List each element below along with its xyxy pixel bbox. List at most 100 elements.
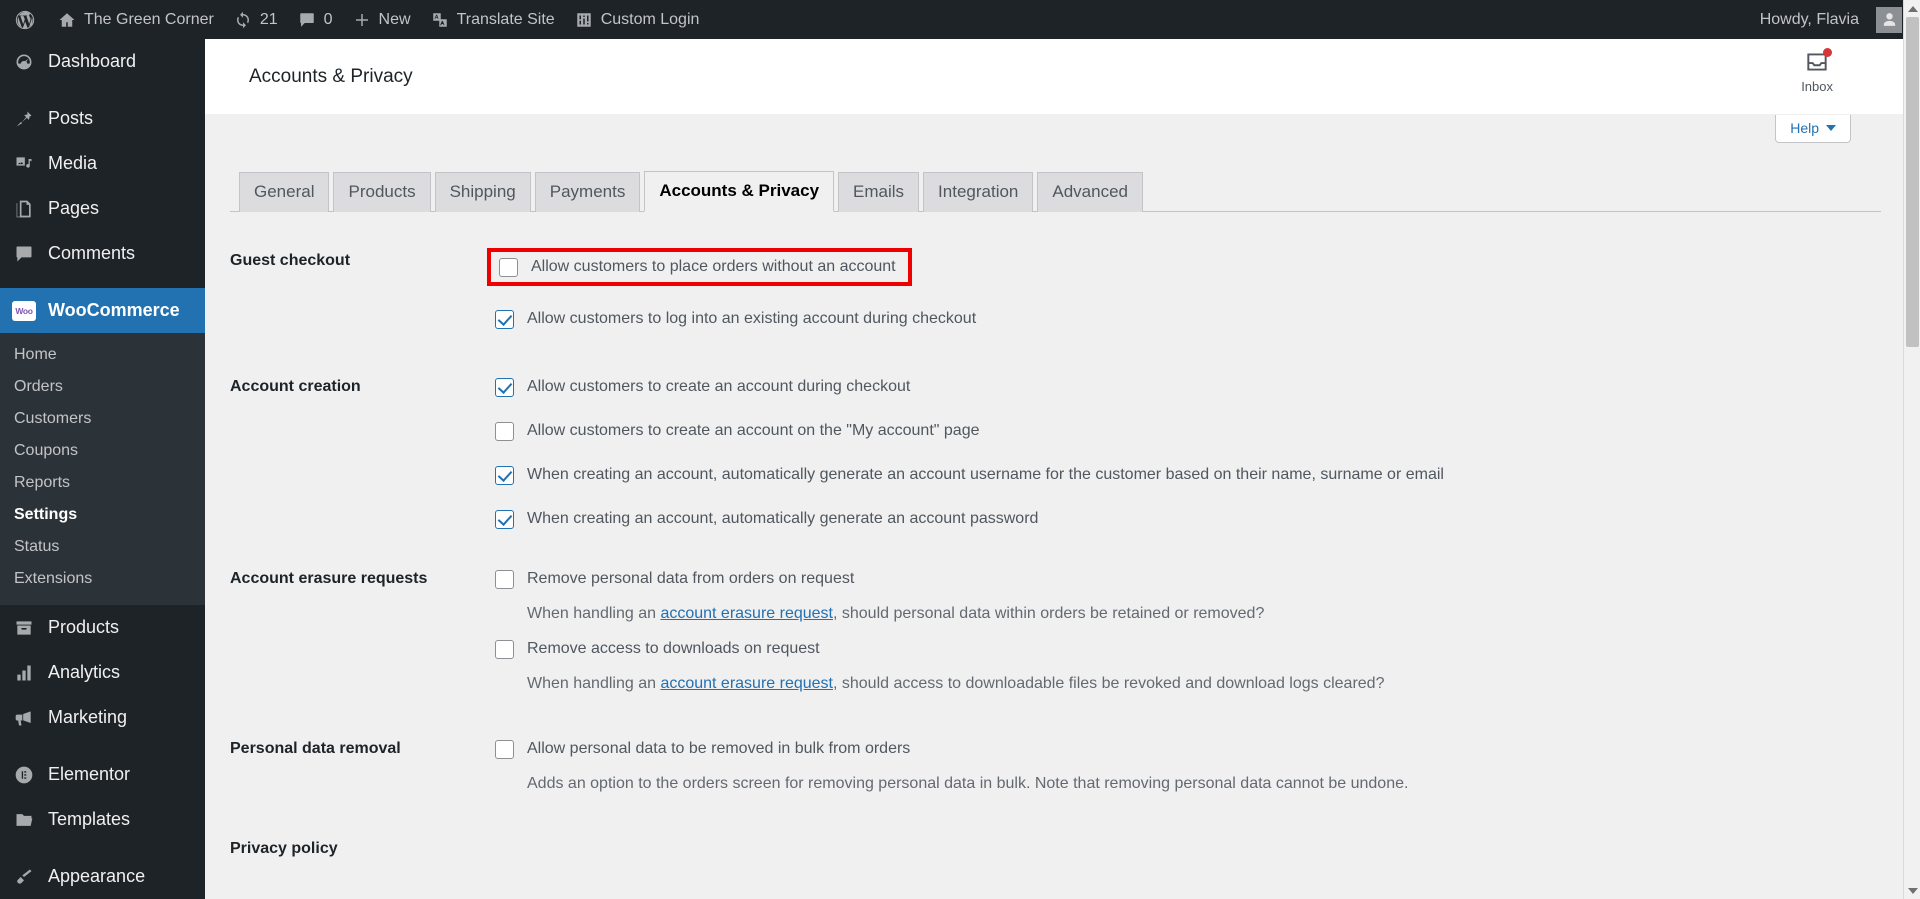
chevron-up-icon bbox=[1907, 5, 1918, 12]
account-erasure-request-link[interactable]: account erasure request bbox=[660, 605, 833, 622]
home-icon bbox=[58, 11, 76, 29]
megaphone-icon bbox=[11, 708, 37, 728]
comment-icon bbox=[11, 244, 37, 264]
page-scrollbar[interactable] bbox=[1903, 0, 1920, 899]
help-tab-button[interactable]: Help bbox=[1775, 115, 1851, 143]
submenu-item-extensions[interactable]: Extensions bbox=[0, 563, 205, 595]
translate-site-menu[interactable]: Translate Site bbox=[421, 0, 565, 39]
checkbox-label[interactable]: Allow customers to log into an existing … bbox=[527, 309, 976, 329]
field-create-account-my-account-page[interactable]: Allow customers to create an account on … bbox=[495, 416, 1906, 446]
sidebar-item-elementor[interactable]: Elementor bbox=[0, 752, 205, 797]
checkbox-allow-login-at-checkout[interactable] bbox=[495, 310, 514, 330]
field-remove-personal-data-from-orders[interactable]: Remove personal data from orders on requ… bbox=[495, 564, 1906, 594]
submenu-item-settings[interactable]: Settings bbox=[0, 499, 205, 531]
tab-accounts-privacy[interactable]: Accounts & Privacy bbox=[644, 171, 835, 213]
field-allow-guest-orders[interactable]: Allow customers to place orders without … bbox=[499, 257, 896, 278]
tab-products[interactable]: Products bbox=[333, 172, 431, 213]
sidebar-item-label: Pages bbox=[48, 198, 100, 218]
new-content-menu[interactable]: New bbox=[343, 0, 421, 39]
description-orders-erasure: When handling an account erasure request… bbox=[495, 594, 1906, 634]
sidebar-item-media[interactable]: Media bbox=[0, 141, 205, 186]
chevron-down-icon bbox=[1907, 887, 1918, 894]
tab-shipping[interactable]: Shipping bbox=[434, 172, 531, 213]
sidebar-item-pages[interactable]: Pages bbox=[0, 186, 205, 231]
help-label: Help bbox=[1790, 120, 1819, 136]
submenu-item-orders[interactable]: Orders bbox=[0, 371, 205, 403]
tab-advanced[interactable]: Advanced bbox=[1037, 172, 1144, 213]
scroll-down-button[interactable] bbox=[1904, 882, 1920, 899]
sidebar-item-appearance[interactable]: Appearance bbox=[0, 854, 205, 899]
highlight-box: Allow customers to place orders without … bbox=[487, 248, 912, 287]
checkbox-remove-personal-data-from-orders[interactable] bbox=[495, 570, 514, 590]
field-bulk-personal-data-removal[interactable]: Allow personal data to be removed in bul… bbox=[495, 734, 1906, 764]
sidebar-item-label: Products bbox=[48, 617, 120, 637]
field-allow-login-at-checkout[interactable]: Allow customers to log into an existing … bbox=[495, 304, 1906, 334]
sidebar-item-woocommerce[interactable]: Woo WooCommerce bbox=[0, 288, 205, 333]
sidebar-item-comments[interactable]: Comments bbox=[0, 231, 205, 276]
checkbox-label[interactable]: When creating an account, automatically … bbox=[527, 465, 1444, 485]
page-title: Accounts & Privacy bbox=[249, 65, 413, 87]
checkbox-label[interactable]: Allow customers to place orders without … bbox=[531, 257, 896, 277]
checkbox-label[interactable]: When creating an account, automatically … bbox=[527, 509, 1038, 529]
scroll-up-button[interactable] bbox=[1904, 0, 1920, 17]
account-erasure-request-link[interactable]: account erasure request bbox=[660, 675, 833, 692]
avatar bbox=[1876, 6, 1902, 33]
sidebar-item-label: Dashboard bbox=[48, 51, 137, 71]
inbox-button[interactable]: Inbox bbox=[1801, 48, 1833, 94]
sidebar-item-templates[interactable]: Templates bbox=[0, 797, 205, 842]
checkbox-label[interactable]: Allow customers to create an account dur… bbox=[527, 377, 910, 397]
sidebar-item-marketing[interactable]: Marketing bbox=[0, 695, 205, 740]
pages-icon bbox=[11, 199, 37, 219]
checkbox-label[interactable]: Allow personal data to be removed in bul… bbox=[527, 739, 910, 759]
field-remove-download-access[interactable]: Remove access to downloads on request bbox=[495, 634, 1906, 664]
sidebar-item-products[interactable]: Products bbox=[0, 605, 205, 650]
site-name-label: The Green Corner bbox=[84, 10, 214, 28]
checkbox-label[interactable]: Remove access to downloads on request bbox=[527, 639, 820, 659]
field-create-account-during-checkout[interactable]: Allow customers to create an account dur… bbox=[495, 372, 1906, 402]
checkbox-remove-download-access[interactable] bbox=[495, 640, 514, 660]
scrollbar-thumb[interactable] bbox=[1906, 17, 1919, 347]
sidebar-item-posts[interactable]: Posts bbox=[0, 96, 205, 141]
section-guest-checkout: Guest checkout Allow customers to place … bbox=[230, 246, 1906, 334]
tab-emails[interactable]: Emails bbox=[838, 172, 920, 213]
submenu-item-reports[interactable]: Reports bbox=[0, 467, 205, 499]
checkbox-create-account-during-checkout[interactable] bbox=[495, 378, 514, 398]
section-heading: Personal data removal bbox=[230, 740, 401, 758]
field-generate-password[interactable]: When creating an account, automatically … bbox=[495, 504, 1906, 534]
submenu-item-coupons[interactable]: Coupons bbox=[0, 435, 205, 467]
submenu-item-home[interactable]: Home bbox=[0, 339, 205, 371]
checkbox-bulk-personal-data-removal[interactable] bbox=[495, 740, 514, 760]
new-content-label: New bbox=[378, 10, 411, 28]
section-heading: Guest checkout bbox=[230, 252, 351, 270]
custom-login-label: Custom Login bbox=[600, 10, 700, 28]
custom-login-menu[interactable]: Custom Login bbox=[565, 0, 710, 39]
checkbox-create-account-my-account-page[interactable] bbox=[495, 422, 514, 442]
sidebar-item-analytics[interactable]: Analytics bbox=[0, 650, 205, 695]
section-fields: Allow customers to create an account dur… bbox=[495, 372, 1906, 534]
tab-general[interactable]: General bbox=[239, 172, 330, 213]
submenu-item-status[interactable]: Status bbox=[0, 531, 205, 563]
checkbox-generate-username[interactable] bbox=[495, 466, 514, 486]
checkbox-label[interactable]: Allow customers to create an account on … bbox=[527, 421, 980, 441]
description-downloads-erasure: When handling an account erasure request… bbox=[495, 664, 1906, 704]
comments-menu[interactable]: 0 bbox=[288, 0, 343, 39]
submenu-item-customers[interactable]: Customers bbox=[0, 403, 205, 435]
my-account-menu[interactable]: Howdy, Flavia bbox=[1750, 0, 1912, 39]
checkbox-generate-password[interactable] bbox=[495, 510, 514, 530]
tab-integration[interactable]: Integration bbox=[923, 172, 1034, 213]
updates-menu[interactable]: 21 bbox=[224, 0, 288, 39]
wp-logo-menu[interactable] bbox=[0, 0, 48, 39]
checkbox-label[interactable]: Remove personal data from orders on requ… bbox=[527, 569, 854, 589]
field-generate-username[interactable]: When creating an account, automatically … bbox=[495, 460, 1906, 490]
howdy-label: Howdy, Flavia bbox=[1759, 10, 1859, 28]
products-icon bbox=[11, 618, 37, 638]
desc-text-after: , should personal data within orders be … bbox=[832, 605, 1265, 623]
site-name-menu[interactable]: The Green Corner bbox=[48, 0, 224, 39]
sidebar-item-dashboard[interactable]: Dashboard bbox=[0, 39, 205, 84]
tab-payments[interactable]: Payments bbox=[534, 172, 641, 213]
checkbox-allow-guest-orders[interactable] bbox=[499, 258, 518, 278]
